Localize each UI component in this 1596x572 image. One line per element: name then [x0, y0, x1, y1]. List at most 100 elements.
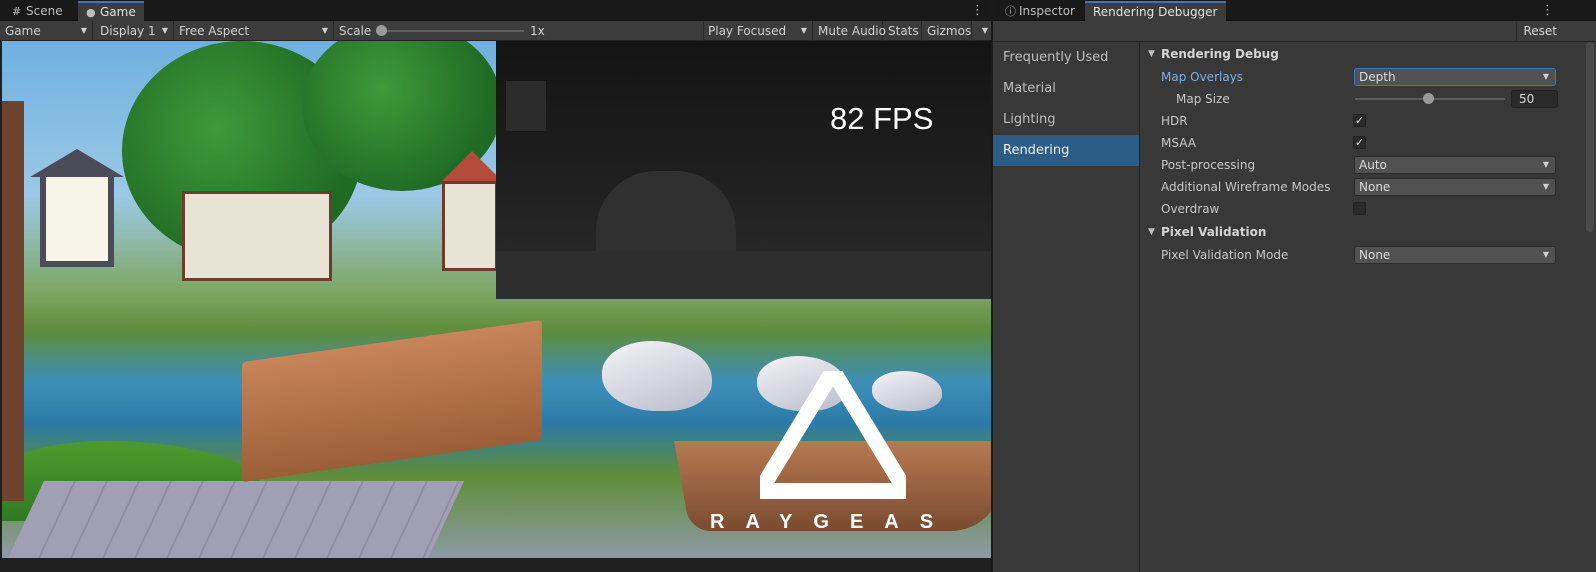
- rock: [602, 341, 712, 411]
- depth-map-overlay: [496, 41, 991, 299]
- gizmos-button[interactable]: Gizmos: [922, 21, 972, 41]
- nav-item-material[interactable]: Material: [993, 73, 1139, 104]
- wireframe-label: Additional Wireframe Modes: [1161, 180, 1331, 194]
- row-map-overlays: Map Overlays Depth ▼: [1141, 66, 1566, 88]
- game-tabbar: # Scene ● Game ⋮: [0, 0, 1010, 21]
- chevron-down-icon: ▼: [321, 26, 328, 35]
- section-rendering-debug[interactable]: ▼ Rendering Debug: [1141, 42, 1566, 66]
- chevron-down-icon: ▼: [1542, 160, 1549, 169]
- tab-rendering-debugger-label: Rendering Debugger: [1093, 5, 1218, 19]
- lamp-post: [2, 101, 24, 501]
- pixel-validation-mode-value: None: [1359, 248, 1391, 262]
- mute-audio-label: Mute Audio: [818, 24, 886, 38]
- overdraw-label: Overdraw: [1161, 202, 1220, 216]
- stats-button[interactable]: Stats: [883, 21, 922, 41]
- tab-inspector-label: Inspector: [1019, 4, 1075, 18]
- chevron-down-icon: ▼: [981, 26, 988, 35]
- depth-bridge-silhouette: [596, 171, 736, 261]
- nav-item-rendering[interactable]: Rendering: [993, 135, 1139, 166]
- play-mode-dropdown[interactable]: Play Focused ▼: [703, 21, 813, 41]
- row-pixel-validation-mode: Pixel Validation Mode None ▼: [1141, 244, 1566, 266]
- raygeas-logo-icon: [760, 371, 906, 499]
- map-overlays-label: Map Overlays: [1161, 70, 1244, 84]
- debugger-tabbar: ⓘ Inspector Rendering Debugger ⋮: [993, 0, 1596, 21]
- chevron-down-icon: ▼: [800, 26, 807, 35]
- mute-audio-button[interactable]: Mute Audio: [813, 21, 886, 41]
- house: [182, 191, 332, 281]
- hdr-label: HDR: [1161, 114, 1188, 128]
- view-mode-dropdown[interactable]: Game ▼: [0, 21, 93, 41]
- section-title: Rendering Debug: [1161, 47, 1279, 61]
- triangle-down-icon: ▼: [1148, 49, 1155, 59]
- nav-item-lighting[interactable]: Lighting: [993, 104, 1139, 135]
- wireframe-dropdown[interactable]: None ▼: [1354, 178, 1556, 196]
- tab-game-label: Game: [100, 5, 136, 19]
- aspect-dropdown[interactable]: Free Aspect ▼: [174, 21, 334, 41]
- chevron-down-icon: ▼: [1542, 72, 1549, 81]
- row-post-processing: Post-processing Auto ▼: [1141, 154, 1566, 176]
- row-hdr: HDR ✓: [1141, 110, 1566, 132]
- depth-lantern-silhouette: [506, 81, 546, 131]
- wooden-bridge: [242, 319, 542, 483]
- tab-scene-label: Scene: [26, 4, 63, 18]
- wireframe-value: None: [1359, 180, 1391, 194]
- tab-rendering-debugger[interactable]: Rendering Debugger: [1085, 1, 1226, 21]
- row-msaa: MSAA ✓: [1141, 132, 1566, 154]
- triangle-down-icon: ▼: [1148, 227, 1155, 237]
- checkmark-icon: ✓: [1354, 136, 1365, 149]
- game-more-options-icon[interactable]: ⋮: [971, 2, 984, 19]
- rendering-debugger-panel: ⓘ Inspector Rendering Debugger ⋮ Reset Fr…: [993, 0, 1596, 572]
- scrollbar-thumb[interactable]: [1586, 42, 1594, 232]
- map-size-slider-thumb[interactable]: [1423, 93, 1434, 104]
- map-size-field[interactable]: 50: [1511, 90, 1558, 108]
- display-dropdown[interactable]: Display 1 ▼: [95, 21, 174, 41]
- scale-value-text: 1x: [530, 24, 545, 38]
- debugger-scrollbar[interactable]: [1566, 42, 1596, 572]
- display-label: Display 1: [100, 24, 156, 38]
- debugger-settings: ▼ Rendering Debug Map Overlays Depth ▼ Ma…: [1141, 42, 1566, 572]
- scale-slider-track[interactable]: [382, 30, 524, 32]
- scale-slider-thumb[interactable]: [376, 25, 387, 36]
- tab-inspector[interactable]: ⓘ Inspector: [997, 1, 1083, 21]
- game-viewport[interactable]: 82 FPS RAYGEAS: [2, 41, 991, 558]
- pixel-validation-mode-label: Pixel Validation Mode: [1161, 248, 1289, 262]
- gizmos-dropdown[interactable]: ▼: [972, 21, 992, 41]
- map-overlays-dropdown[interactable]: Depth ▼: [1354, 68, 1556, 86]
- row-overdraw: Overdraw: [1141, 198, 1566, 220]
- hdr-checkbox[interactable]: ✓: [1353, 114, 1366, 127]
- gizmos-label: Gizmos: [927, 24, 972, 38]
- debugger-toolbar: Reset: [993, 21, 1596, 42]
- tab-scene[interactable]: # Scene: [4, 1, 71, 21]
- tab-game[interactable]: ● Game: [78, 1, 144, 21]
- overdraw-checkbox[interactable]: [1353, 202, 1366, 215]
- chevron-down-icon: ▼: [161, 26, 168, 35]
- post-processing-label: Post-processing: [1161, 158, 1256, 172]
- gamepad-icon: ●: [86, 6, 96, 19]
- fps-counter: 82 FPS: [830, 101, 934, 136]
- chevron-down-icon: ▼: [1542, 250, 1549, 259]
- scene-grid-icon: #: [12, 5, 22, 18]
- checkmark-icon: ✓: [1354, 114, 1365, 127]
- logo-text: RAYGEAS: [710, 511, 955, 533]
- debugger-more-options-icon[interactable]: ⋮: [1541, 2, 1554, 19]
- game-view-panel: # Scene ● Game ⋮ Game ▼ Display 1 ▼ Free Asp…: [0, 0, 1010, 572]
- reset-button[interactable]: Reset: [1516, 22, 1563, 41]
- lantern: [40, 171, 114, 267]
- map-overlays-value: Depth: [1359, 70, 1396, 84]
- aspect-label: Free Aspect: [179, 24, 250, 38]
- post-processing-dropdown[interactable]: Auto ▼: [1354, 156, 1556, 174]
- debugger-nav: Frequently Used Material Lighting Render…: [993, 42, 1140, 572]
- house: [442, 181, 498, 271]
- row-map-size: Map Size 50: [1141, 88, 1566, 110]
- scale-label: Scale: [339, 24, 372, 38]
- nav-item-frequently-used[interactable]: Frequently Used: [993, 42, 1139, 73]
- view-mode-label: Game: [5, 24, 41, 38]
- section-pixel-validation[interactable]: ▼ Pixel Validation: [1141, 220, 1566, 244]
- game-toolbar: Game ▼ Display 1 ▼ Free Aspect ▼ Scale 1x P…: [0, 21, 1010, 41]
- chevron-down-icon: ▼: [80, 26, 87, 35]
- map-size-label: Map Size: [1176, 92, 1230, 106]
- pixel-validation-mode-dropdown[interactable]: None ▼: [1354, 246, 1556, 264]
- post-processing-value: Auto: [1359, 158, 1387, 172]
- msaa-checkbox[interactable]: ✓: [1353, 136, 1366, 149]
- cobblestone-path: [2, 481, 464, 558]
